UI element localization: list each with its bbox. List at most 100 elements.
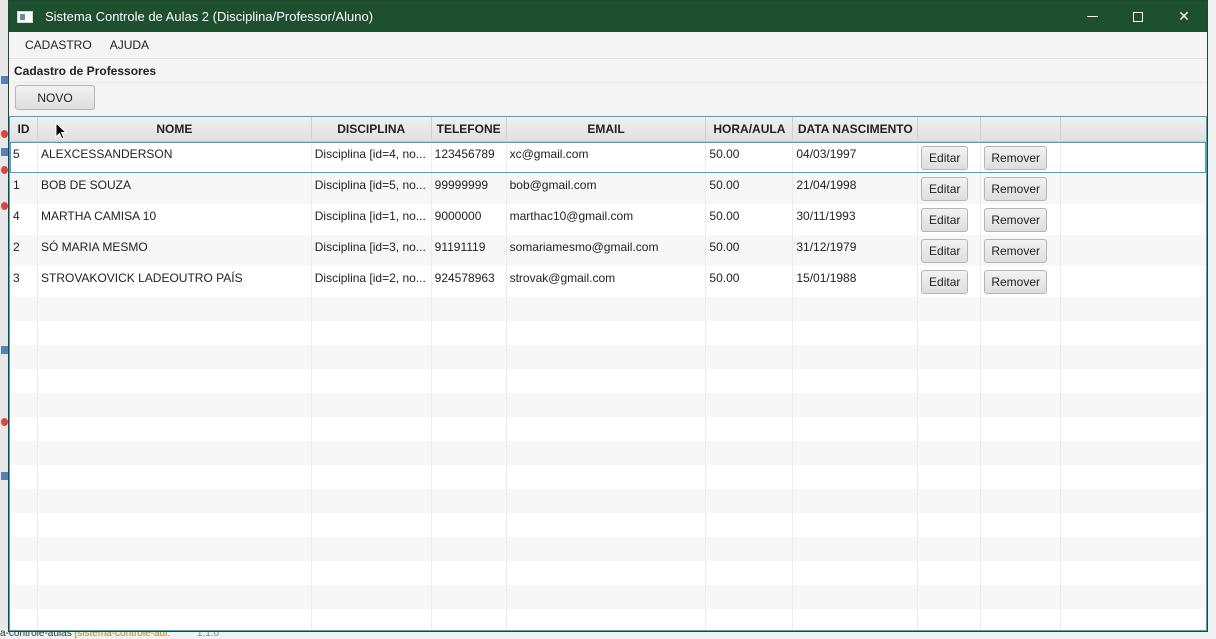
background-ide-right — [1208, 0, 1216, 639]
table-row[interactable]: 3 STROVAKOVICK LADEOUTRO PAÍS Disciplina… — [10, 266, 1206, 297]
cell-filler — [1061, 142, 1206, 173]
cell-filler — [1061, 173, 1206, 204]
column-header-hora-aula[interactable]: HORA/AULA — [706, 117, 794, 142]
minimize-button[interactable] — [1069, 1, 1115, 32]
table-row[interactable]: 4 MARTHA CAMISA 10 Disciplina [id=1, no.… — [10, 204, 1206, 235]
remove-button[interactable]: Remover — [984, 146, 1048, 170]
app-window: Sistema Controle de Aulas 2 (Disciplina/… — [8, 0, 1208, 632]
cell-remove: Remover — [981, 204, 1062, 235]
cell-disciplina: Disciplina [id=2, no... — [312, 266, 432, 297]
cell-telefone: 924578963 — [432, 266, 507, 297]
empty-row — [10, 393, 1206, 417]
cell-email: strovak@gmail.com — [507, 266, 707, 297]
remove-button[interactable]: Remover — [984, 208, 1048, 232]
app-icon — [17, 10, 33, 23]
table-row[interactable]: 1 BOB DE SOUZA Disciplina [id=5, no... 9… — [10, 173, 1206, 204]
cell-disciplina: Disciplina [id=1, no... — [312, 204, 432, 235]
empty-row — [10, 441, 1206, 465]
edit-button[interactable]: Editar — [921, 239, 969, 263]
toolbar: NOVO — [9, 83, 1207, 114]
cell-remove: Remover — [981, 235, 1062, 266]
cell-id: 4 — [10, 204, 38, 235]
cell-nome: BOB DE SOUZA — [38, 173, 312, 204]
cell-data-nascimento: 21/04/1998 — [793, 173, 919, 204]
cell-filler — [1061, 204, 1206, 235]
cell-telefone: 99999999 — [432, 173, 507, 204]
empty-row — [10, 369, 1206, 393]
empty-row — [10, 609, 1206, 630]
empty-row — [10, 345, 1206, 369]
empty-row — [10, 321, 1206, 345]
table-row[interactable]: 2 SÓ MARIA MESMO Disciplina [id=3, no...… — [10, 235, 1206, 266]
cell-disciplina: Disciplina [id=5, no... — [312, 173, 432, 204]
empty-row — [10, 561, 1206, 585]
novo-button[interactable]: NOVO — [15, 85, 95, 110]
edit-button[interactable]: Editar — [921, 146, 969, 170]
cell-edit: Editar — [918, 173, 982, 204]
column-header-nome[interactable]: NOME — [38, 117, 312, 142]
menu-ajuda[interactable]: AJUDA — [101, 38, 158, 52]
column-header-remove[interactable] — [981, 117, 1062, 142]
menu-cadastro[interactable]: CADASTRO — [16, 38, 101, 52]
cell-disciplina: Disciplina [id=3, no... — [312, 235, 432, 266]
empty-row — [10, 417, 1206, 441]
window-title: Sistema Controle de Aulas 2 (Disciplina/… — [45, 9, 374, 24]
mouse-cursor-icon — [55, 122, 67, 140]
cell-telefone: 9000000 — [432, 204, 507, 235]
empty-row — [10, 489, 1206, 513]
cell-edit: Editar — [918, 266, 982, 297]
title-bar[interactable]: Sistema Controle de Aulas 2 (Disciplina/… — [9, 1, 1207, 32]
cell-data-nascimento: 30/11/1993 — [793, 204, 919, 235]
cell-id: 5 — [10, 142, 38, 173]
cell-telefone: 123456789 — [432, 142, 507, 173]
edit-button[interactable]: Editar — [921, 177, 969, 201]
maximize-button[interactable] — [1115, 1, 1161, 32]
empty-row — [10, 513, 1206, 537]
column-header-filler — [1061, 117, 1206, 142]
cell-nome: ALEXCESSANDERSON — [38, 142, 312, 173]
column-header-edit[interactable] — [918, 117, 982, 142]
empty-row — [10, 297, 1206, 321]
table-header: ID NOME DISCIPLINA TELEFONE EMAIL HORA/A… — [10, 117, 1206, 142]
edit-button[interactable]: Editar — [921, 208, 969, 232]
professores-table[interactable]: ID NOME DISCIPLINA TELEFONE EMAIL HORA/A… — [9, 116, 1207, 631]
column-header-data-nascimento[interactable]: DATA NASCIMENTO — [793, 117, 919, 142]
empty-row — [10, 537, 1206, 561]
table-row[interactable]: 5 ALEXCESSANDERSON Disciplina [id=4, no.… — [10, 142, 1206, 173]
cell-edit: Editar — [918, 142, 982, 173]
remove-button[interactable]: Remover — [984, 239, 1048, 263]
column-header-id[interactable]: ID — [10, 117, 38, 142]
cell-hora-aula: 50.00 — [706, 235, 794, 266]
cell-email: xc@gmail.com — [507, 142, 707, 173]
column-header-disciplina[interactable]: DISCIPLINA — [312, 117, 432, 142]
cell-email: somariamesmo@gmail.com — [507, 235, 707, 266]
remove-button[interactable]: Remover — [984, 177, 1048, 201]
cell-remove: Remover — [981, 266, 1062, 297]
menu-bar: CADASTRO AJUDA — [9, 32, 1207, 59]
section-title: Cadastro de Professores — [9, 59, 1207, 83]
close-button[interactable]: ✕ — [1161, 1, 1207, 32]
cell-disciplina: Disciplina [id=4, no... — [312, 142, 432, 173]
window-controls: ✕ — [1069, 1, 1207, 32]
cell-edit: Editar — [918, 204, 982, 235]
remove-button[interactable]: Remover — [984, 270, 1048, 294]
cell-email: marthac10@gmail.com — [507, 204, 707, 235]
minimize-icon — [1086, 16, 1098, 17]
cell-filler — [1061, 266, 1206, 297]
cell-nome: SÓ MARIA MESMO — [38, 235, 312, 266]
cell-hora-aula: 50.00 — [706, 204, 794, 235]
column-header-email[interactable]: EMAIL — [507, 117, 707, 142]
cell-id: 2 — [10, 235, 38, 266]
cell-hora-aula: 50.00 — [706, 266, 794, 297]
column-header-telefone[interactable]: TELEFONE — [432, 117, 507, 142]
cell-email: bob@gmail.com — [507, 173, 707, 204]
maximize-icon — [1133, 11, 1143, 22]
close-icon: ✕ — [1178, 8, 1190, 24]
cell-remove: Remover — [981, 142, 1062, 173]
cell-id: 1 — [10, 173, 38, 204]
empty-row — [10, 465, 1206, 489]
cell-data-nascimento: 15/01/1988 — [793, 266, 919, 297]
cell-data-nascimento: 31/12/1979 — [793, 235, 919, 266]
cell-hora-aula: 50.00 — [706, 142, 794, 173]
edit-button[interactable]: Editar — [921, 270, 969, 294]
